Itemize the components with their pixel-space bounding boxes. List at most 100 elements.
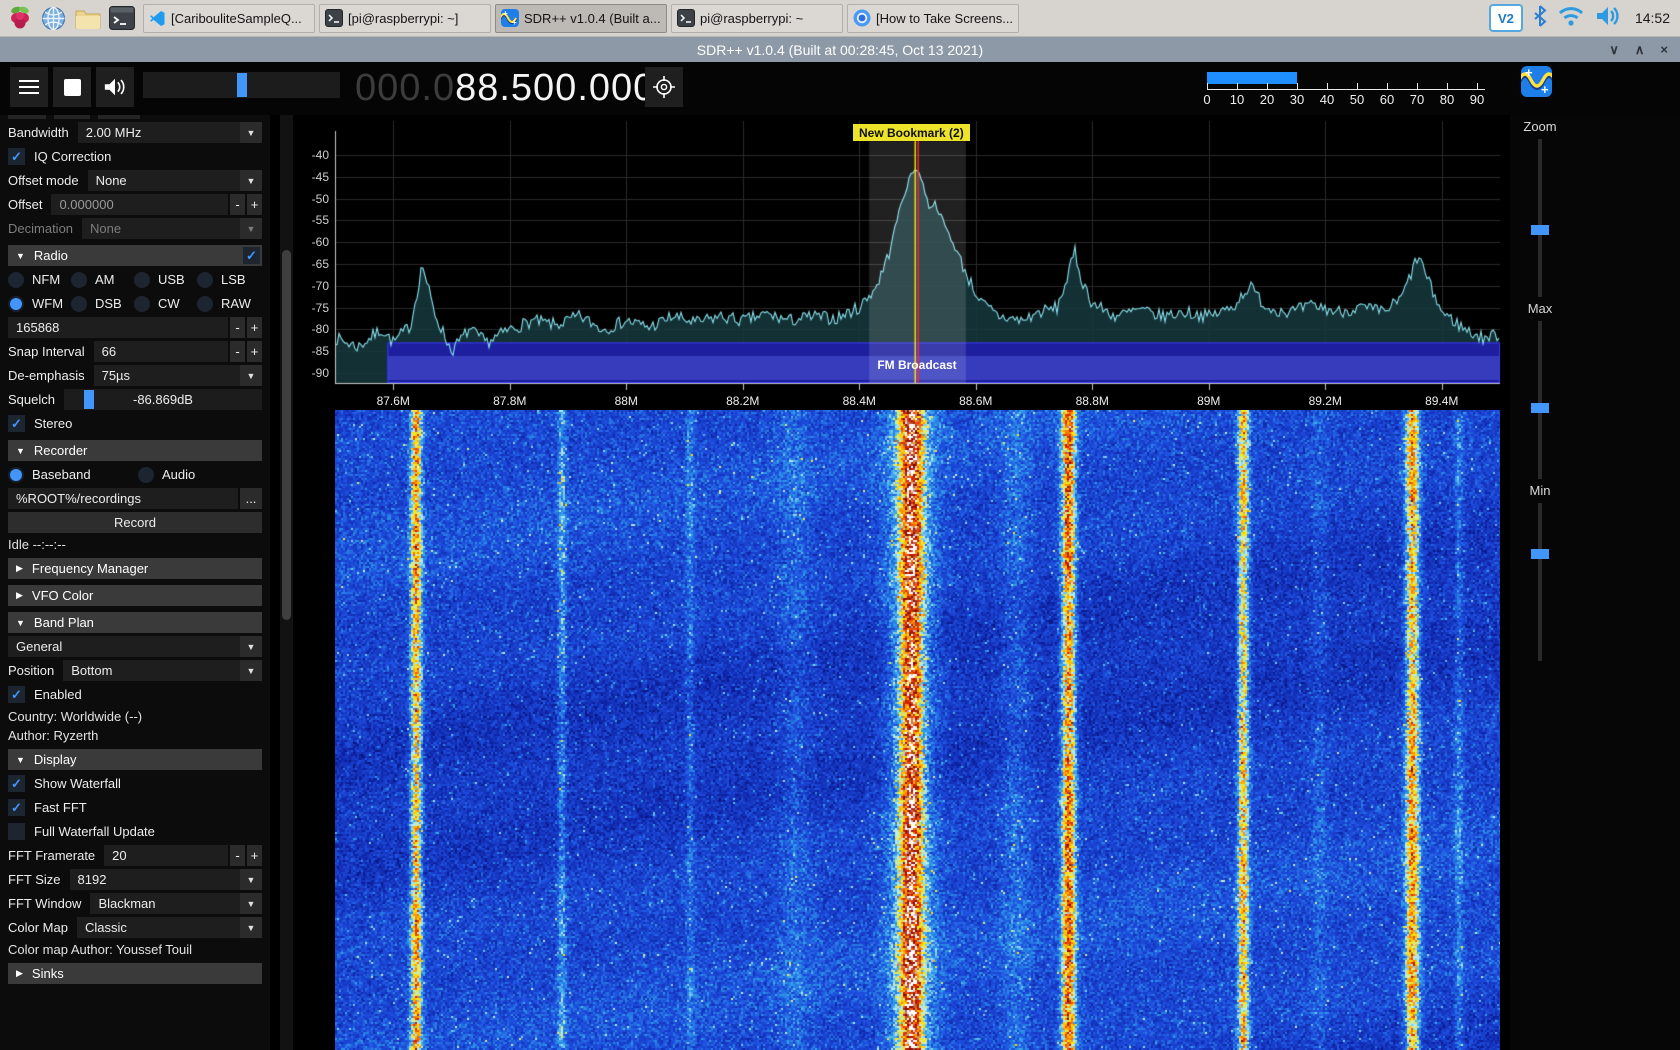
radio-mode-row: NFMAM USB LSB xyxy=(8,269,262,290)
window-titlebar[interactable]: SDR++ v1.0.4 (Built at 00:28:45, Oct 13 … xyxy=(0,37,1680,62)
min-slider[interactable] xyxy=(1538,503,1542,661)
fft-size-select[interactable]: 8192▼ xyxy=(70,869,263,890)
record-button[interactable]: Record xyxy=(8,512,262,533)
bandwidth-select[interactable]: 2.00 MHz▼ xyxy=(78,122,262,143)
snap-interval-decrement-button[interactable]: - xyxy=(230,341,245,362)
recording-path-input[interactable]: %ROOT%/recordings xyxy=(8,488,238,509)
band-plan-header[interactable]: ▼ Band Plan xyxy=(8,612,262,633)
full-waterfall-update-checkbox[interactable] xyxy=(8,823,25,840)
close-button[interactable]: × xyxy=(1660,42,1668,57)
band-plan-list-row: General▼ xyxy=(8,636,262,657)
wifi-icon[interactable] xyxy=(1557,5,1585,32)
zoom-slider[interactable] xyxy=(1538,139,1542,297)
baseband-label: Baseband xyxy=(32,467,91,482)
radio-mode-label: USB xyxy=(158,272,185,287)
taskbar-window-button[interactable]: pi@raspberrypi: ~ xyxy=(671,4,843,33)
radio-section-header[interactable]: ▼ Radio ✓ xyxy=(8,245,262,266)
bandwidth-value: 2.00 MHz xyxy=(86,125,142,140)
vnc-icon[interactable]: V2 xyxy=(1489,4,1523,32)
taskbar-window-button[interactable]: [CaribouliteSampleQ... xyxy=(143,4,315,33)
stop-button[interactable] xyxy=(53,67,91,107)
fft-window-select[interactable]: Blackman▼ xyxy=(90,893,262,914)
audio-option[interactable]: Audio xyxy=(138,467,258,483)
volume-icon[interactable] xyxy=(1595,5,1621,32)
taskbar-window-button[interactable]: [pi@raspberrypi: ~] xyxy=(319,4,491,33)
sidebar-scrollbar[interactable] xyxy=(280,115,293,1050)
sidebar-scrollbar-thumb[interactable] xyxy=(282,250,291,620)
show-waterfall-checkbox[interactable]: ✓ xyxy=(8,775,25,792)
squelch-slider[interactable]: -86.869dB xyxy=(64,389,262,410)
chevron-down-icon: ▼ xyxy=(240,660,262,681)
vfo-color-header[interactable]: ▶ VFO Color xyxy=(8,585,262,606)
frequency-manager-header[interactable]: ▶ Frequency Manager xyxy=(8,558,262,579)
radio-mode-option[interactable]: WFM xyxy=(8,296,71,312)
snap-interval-increment-button[interactable]: + xyxy=(247,341,262,362)
fft-framerate-decrement-button[interactable]: - xyxy=(230,845,245,866)
display-section-header[interactable]: ▼ Display xyxy=(8,749,262,770)
radio-mode-option[interactable]: RAW xyxy=(197,296,260,312)
radio-mode-option[interactable]: LSB xyxy=(197,272,260,288)
radio-mode-option[interactable]: AM xyxy=(71,272,134,288)
menu-button[interactable] xyxy=(10,67,48,107)
offset-mode-select[interactable]: None▼ xyxy=(88,170,262,191)
max-slider-handle[interactable] xyxy=(1531,403,1549,413)
fft-framerate-increment-button[interactable]: + xyxy=(247,845,262,866)
vfo-bandwidth-decrement-button[interactable]: - xyxy=(230,317,245,338)
waterfall[interactable] xyxy=(335,410,1500,1050)
folder-icon[interactable] xyxy=(74,5,101,32)
sinks-section-label: Sinks xyxy=(32,966,64,981)
fft-framerate-input[interactable]: 20 xyxy=(104,845,228,866)
globe-icon[interactable] xyxy=(40,5,67,32)
max-slider[interactable] xyxy=(1538,321,1542,479)
radio-mode-option[interactable]: NFM xyxy=(8,272,71,288)
offset-increment-button[interactable]: + xyxy=(247,194,262,215)
mute-button[interactable] xyxy=(96,67,134,107)
color-map-select[interactable]: Classic▼ xyxy=(77,917,262,938)
taskbar-window-button[interactable]: ++SDR++ v1.0.4 (Built a... xyxy=(495,4,667,33)
iq-correction-checkbox[interactable]: ✓ xyxy=(8,148,25,165)
recorder-section-header[interactable]: ▼ Recorder xyxy=(8,440,262,461)
volume-slider[interactable] xyxy=(143,72,340,98)
radio-mode-option[interactable]: CW xyxy=(134,296,197,312)
snr-tick-label: 70 xyxy=(1402,92,1432,107)
squelch-slider-handle[interactable] xyxy=(84,390,94,409)
sinks-section-header[interactable]: ▶ Sinks xyxy=(8,963,262,984)
baseband-option[interactable]: Baseband xyxy=(8,467,138,483)
radio-mode-option[interactable]: DSB xyxy=(71,296,134,312)
volume-slider-handle[interactable] xyxy=(237,73,247,97)
bandwidth-label: Bandwidth xyxy=(8,125,69,140)
taskbar-window-button[interactable]: [How to Take Screens... xyxy=(847,4,1019,33)
offset-row: Offset 0.000000 - + xyxy=(8,194,262,215)
db-tick-label: -45 xyxy=(287,170,329,184)
band-plan-select[interactable]: General▼ xyxy=(8,636,262,657)
browse-button[interactable]: ... xyxy=(240,488,262,509)
radio-enable-checkbox[interactable]: ✓ xyxy=(243,247,260,264)
band-plan-enabled-checkbox[interactable]: ✓ xyxy=(8,686,25,703)
vfo-bandwidth-increment-button[interactable]: + xyxy=(247,317,262,338)
radio-mode-label: CW xyxy=(158,296,180,311)
minimize-button[interactable]: ∨ xyxy=(1609,42,1619,58)
terminal-icon[interactable] xyxy=(108,5,135,32)
snap-interval-input[interactable]: 66 xyxy=(94,341,228,362)
raspberry-menu-icon[interactable] xyxy=(6,5,33,32)
tuning-mode-button[interactable] xyxy=(645,67,683,107)
radio-mode-label: LSB xyxy=(221,272,246,287)
offset-input[interactable]: 0.000000 xyxy=(51,194,228,215)
color-map-value: Classic xyxy=(85,920,127,935)
caret-down-icon: ▼ xyxy=(16,251,25,261)
offset-decrement-button[interactable]: - xyxy=(230,194,245,215)
stereo-checkbox[interactable]: ✓ xyxy=(8,415,25,432)
frequency-display[interactable]: 000.088.500.000 xyxy=(355,67,655,110)
radio-mode-option[interactable]: USB xyxy=(134,272,197,288)
fast-fft-checkbox[interactable]: ✓ xyxy=(8,799,25,816)
maximize-button[interactable]: ∧ xyxy=(1635,42,1645,58)
bluetooth-icon[interactable] xyxy=(1533,5,1547,32)
zoom-slider-handle[interactable] xyxy=(1531,225,1549,235)
band-plan-author: Author: Ryzerth xyxy=(8,727,262,743)
bookmark-label[interactable]: New Bookmark (2) xyxy=(853,124,970,141)
deemphasis-select[interactable]: 75µs▼ xyxy=(94,365,262,386)
snr-tick xyxy=(1297,83,1298,89)
min-slider-handle[interactable] xyxy=(1531,549,1549,559)
vfo-bandwidth-input[interactable]: 165868 xyxy=(8,317,228,338)
position-select[interactable]: Bottom▼ xyxy=(63,660,262,681)
